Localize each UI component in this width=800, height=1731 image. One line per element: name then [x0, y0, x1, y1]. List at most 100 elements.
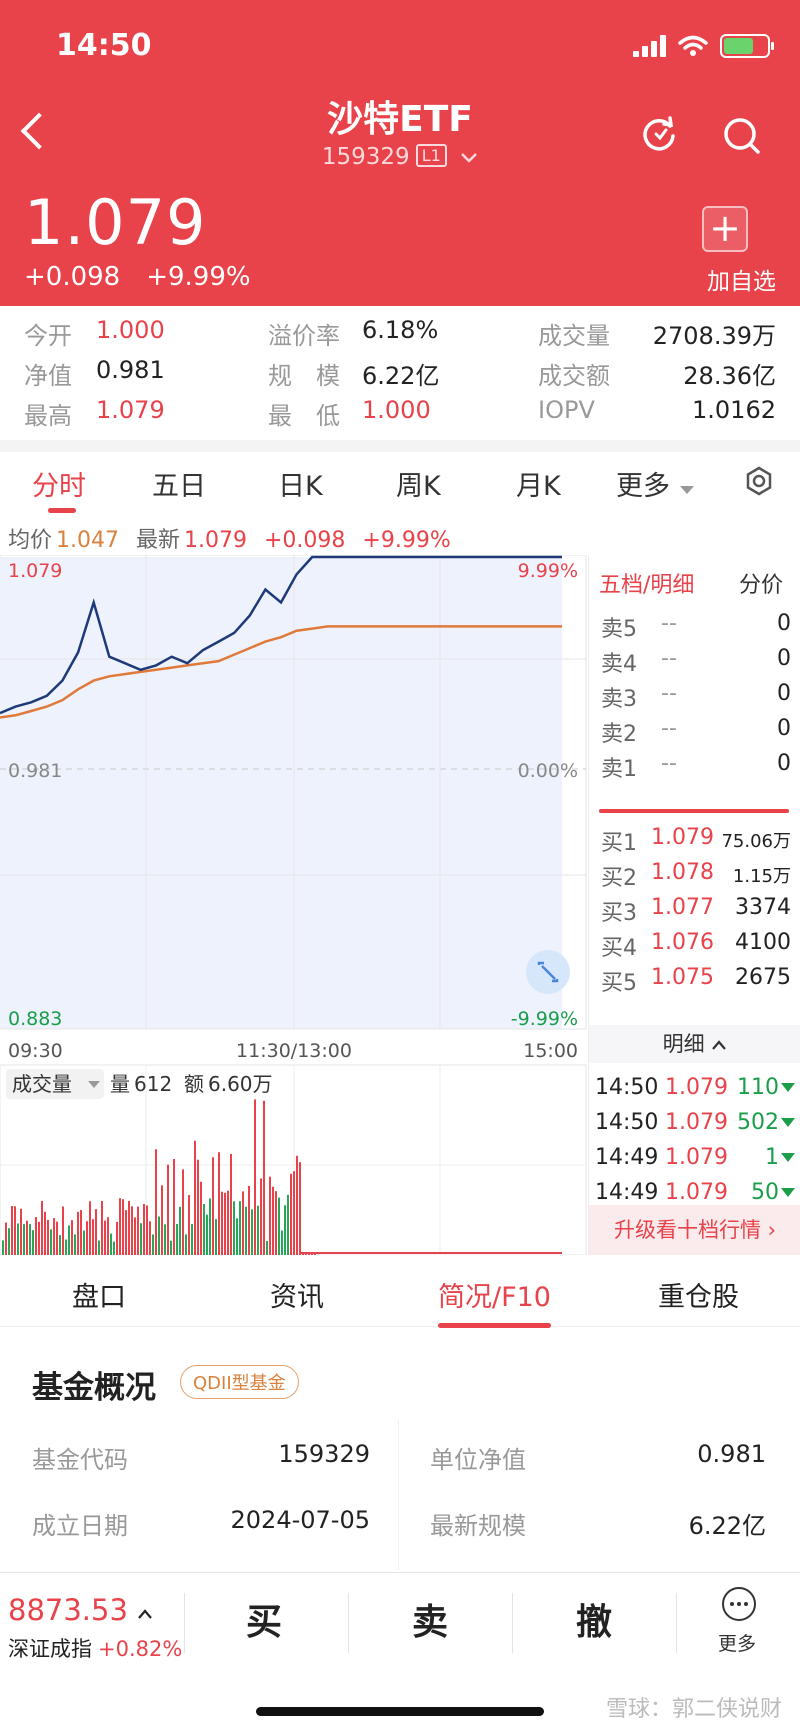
cancel-order-button[interactable]: 撤: [576, 1593, 612, 1645]
volume-bar: [152, 1234, 154, 1255]
watermark: 雪球：郭二侠说财: [605, 1697, 782, 1722]
tab-news[interactable]: 资讯: [270, 1275, 324, 1314]
volume-bar: [158, 1216, 160, 1255]
volume-bar: [236, 1218, 238, 1255]
scale-label: 规 模: [268, 362, 340, 390]
ask-row[interactable]: 卖3 -- 0: [601, 681, 791, 713]
latest-label: 最新: [136, 528, 181, 553]
settings-icon[interactable]: [744, 466, 774, 496]
volume-bar: [233, 1201, 235, 1255]
price-change: +0.098 +9.99%: [24, 262, 251, 292]
tab-orderbook-detail[interactable]: 五档/明细: [599, 573, 694, 598]
volume-bar: [50, 1229, 52, 1255]
ask-price: --: [661, 646, 677, 671]
ask-price: --: [661, 716, 677, 741]
tab-more[interactable]: 更多: [616, 464, 695, 503]
more-icon[interactable]: [722, 1587, 756, 1621]
bid-row[interactable]: 买3 1.077 3374: [601, 895, 791, 927]
volume-bar: [5, 1222, 7, 1255]
tab-orderbook[interactable]: 盘口: [72, 1275, 126, 1314]
tab-f10[interactable]: 简况/F10: [438, 1275, 551, 1328]
bid-row[interactable]: 买2 1.078 1.15万: [601, 860, 791, 892]
bid-row[interactable]: 买4 1.076 4100: [601, 930, 791, 962]
volume-bar: [191, 1224, 193, 1255]
volume-bar: [137, 1206, 139, 1255]
tab-price-distribution[interactable]: 分价: [739, 567, 783, 599]
tick-volume-text: 502: [737, 1110, 779, 1135]
tab-holdings[interactable]: 重仓股: [658, 1275, 739, 1314]
bid-volume: 1.15万: [732, 866, 791, 887]
volume-bar: [32, 1230, 34, 1255]
low-value: 1.000: [362, 396, 431, 424]
bid-price: 1.078: [651, 860, 714, 885]
volume-bar: [296, 1155, 298, 1255]
battery-icon: [720, 34, 774, 58]
volume-bar: [29, 1224, 31, 1255]
tick-time: 14:50: [595, 1110, 659, 1135]
ask-row[interactable]: 卖4 -- 0: [601, 646, 791, 678]
tab-more-label: 更多: [616, 471, 670, 502]
add-watchlist-button[interactable]: +: [702, 206, 748, 252]
low-label: 最 低: [268, 402, 340, 430]
search-icon[interactable]: [722, 116, 762, 156]
ask-row[interactable]: 卖5 -- 0: [601, 611, 791, 643]
volume-bar: [230, 1153, 232, 1255]
tab-weekly-k[interactable]: 周K: [396, 464, 441, 503]
volume-bar: [98, 1240, 100, 1255]
bid-label: 买3: [601, 901, 637, 926]
index-change: +0.82%: [98, 1637, 183, 1661]
volume-bar: [110, 1233, 112, 1255]
y-left-top: 1.079: [8, 560, 62, 582]
volume-bar: [185, 1234, 187, 1255]
y-left-mid: 0.981: [8, 760, 62, 782]
more-label[interactable]: 更多: [718, 1629, 756, 1656]
change-value: +0.098: [24, 262, 121, 292]
fund-code-text: 159329: [321, 144, 410, 170]
bid-volume: 75.06万: [721, 831, 791, 852]
volume-bar: [206, 1214, 208, 1255]
ask-volume: 0: [777, 681, 791, 706]
tab-monthly-k[interactable]: 月K: [516, 464, 561, 503]
ask-label: 卖3: [601, 687, 637, 712]
tab-five-day[interactable]: 五日: [152, 464, 206, 503]
upgrade-ten-level-link[interactable]: 升级看十档行情 ›: [589, 1205, 800, 1255]
ask-row[interactable]: 卖2 -- 0: [601, 716, 791, 748]
header: 14:50 沙特ETF 159329 L1 1.079 +0.098 +9.99% …: [0, 0, 800, 306]
volume-indicator-label: 成交量: [12, 1072, 72, 1096]
status-icons: [633, 34, 774, 58]
ask-row[interactable]: 卖1 -- 0: [601, 751, 791, 783]
buy-button[interactable]: 买: [246, 1593, 282, 1645]
bid-row[interactable]: 买5 1.075 2675: [601, 965, 791, 997]
volume-bar: [170, 1240, 172, 1255]
open-value: 1.000: [96, 316, 165, 344]
volume-bar: [68, 1225, 70, 1255]
tab-daily-k[interactable]: 日K: [278, 464, 323, 503]
add-watchlist-label[interactable]: 加自选: [707, 262, 776, 296]
volume-bar: [11, 1206, 13, 1255]
bid-label: 买4: [601, 936, 637, 961]
volume-bar: [287, 1194, 289, 1255]
volume-bar: [242, 1191, 244, 1255]
volume-bar: [263, 1100, 265, 1255]
amt-label: 额: [184, 1072, 204, 1096]
intraday-chart[interactable]: 1.079 0.981 0.883 9.99% 0.00% -9.99% 09:…: [0, 555, 588, 1255]
bid-price: 1.076: [651, 930, 714, 955]
fund-code-label: 基金代码: [32, 1446, 128, 1474]
volume-bar: [212, 1157, 214, 1255]
tab-intraday[interactable]: 分时: [32, 464, 86, 513]
volume-bar: [77, 1211, 79, 1255]
x-tick-start: 09:30: [8, 1040, 63, 1062]
sell-button[interactable]: 卖: [412, 1593, 448, 1645]
fund-code[interactable]: 159329 L1: [0, 144, 800, 170]
latest-value: 1.079: [184, 528, 247, 553]
detail-header[interactable]: 明细: [589, 1025, 800, 1063]
nav-label: 净值: [24, 362, 72, 390]
volume-bar: [113, 1241, 115, 1255]
level-tag: L1: [415, 144, 447, 167]
bid-row[interactable]: 买1 1.079 75.06万: [601, 825, 791, 857]
refresh-icon[interactable]: [640, 116, 678, 154]
home-indicator[interactable]: [256, 1707, 544, 1716]
volume-bar: [272, 1186, 274, 1255]
index-ticker[interactable]: 8873.53: [8, 1593, 153, 1627]
scale-value: 6.22亿: [362, 362, 440, 390]
